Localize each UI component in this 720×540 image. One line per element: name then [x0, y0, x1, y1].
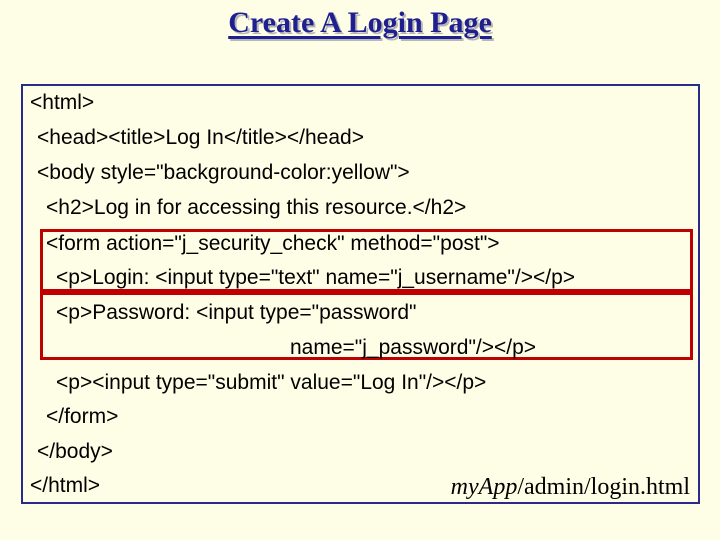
code-line-html-open: <html> — [30, 91, 95, 114]
slide-title: Create A Login Page — [228, 6, 492, 39]
code-line-login-input: <p>Login: <input type="text" name="j_use… — [56, 266, 576, 289]
file-path-app: myApp — [450, 474, 518, 500]
code-line-body-close: </body> — [37, 440, 113, 463]
code-line-submit: <p><input type="submit" value="Log In"/>… — [56, 371, 487, 394]
code-line-form-close: </form> — [46, 405, 119, 428]
file-path-rest: /admin/login.html — [517, 474, 690, 500]
code-line-password-name: name="j_password"/></p> — [290, 336, 537, 359]
code-line-html-close: </html> — [30, 474, 101, 497]
code-line-h2: <h2>Log in for accessing this resource.<… — [46, 196, 467, 219]
code-line-head: <head><title>Log In</title></head> — [37, 126, 364, 149]
code-line-body-open: <body style="background-color:yellow"> — [37, 161, 410, 184]
code-line-password-input: <p>Password: <input type="password" — [56, 301, 417, 324]
file-path-label: myApp/admin/login.html — [451, 474, 690, 501]
code-line-form-open: <form action="j_security_check" method="… — [46, 232, 500, 255]
